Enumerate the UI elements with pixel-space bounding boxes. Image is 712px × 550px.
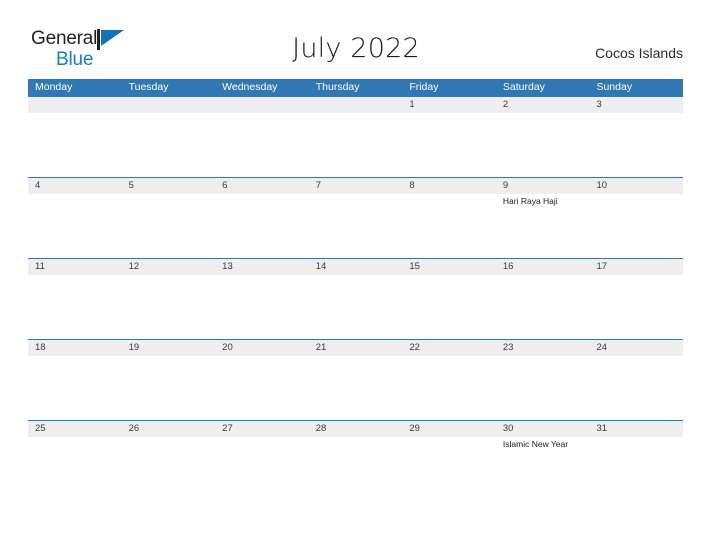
day-content-band [28, 356, 683, 420]
day-cell[interactable] [122, 437, 216, 501]
weekday-header-friday: Friday [409, 81, 439, 93]
day-cell[interactable] [402, 437, 496, 501]
weekday-header-wednesday: Wednesday [222, 81, 278, 93]
day-cell[interactable] [28, 194, 122, 258]
day-cell[interactable]: Islamic New Year [496, 437, 590, 501]
weekday-header-thursday: Thursday [315, 81, 360, 93]
day-number[interactable]: 19 [122, 340, 216, 356]
day-number[interactable]: 30 [496, 421, 590, 437]
day-number[interactable]: 28 [309, 421, 403, 437]
week-row: 25 26 27 28 29 30 31 Islamic New Year [28, 420, 683, 501]
day-number[interactable]: 2 [496, 97, 590, 113]
page-header: General Blue July 2022 Cocos Islands [0, 0, 712, 78]
day-cell[interactable] [496, 113, 590, 177]
day-number[interactable]: 15 [402, 259, 496, 275]
day-number[interactable]: 12 [122, 259, 216, 275]
day-number[interactable]: 22 [402, 340, 496, 356]
week-row: 4 5 6 7 8 9 10 Hari Raya Haji [28, 177, 683, 258]
day-cell[interactable] [28, 113, 122, 177]
day-number[interactable]: 9 [496, 178, 590, 194]
day-cell[interactable] [402, 275, 496, 339]
day-content-band [28, 113, 683, 177]
day-number[interactable] [215, 97, 309, 113]
week-row: 11 12 13 14 15 16 17 [28, 258, 683, 339]
day-cell[interactable] [309, 275, 403, 339]
day-number[interactable]: 31 [589, 421, 683, 437]
day-number[interactable]: 25 [28, 421, 122, 437]
day-cell[interactable] [122, 275, 216, 339]
day-number[interactable] [122, 97, 216, 113]
day-cell[interactable] [28, 275, 122, 339]
day-cell[interactable] [589, 113, 683, 177]
day-number[interactable]: 3 [589, 97, 683, 113]
day-number[interactable]: 7 [309, 178, 403, 194]
day-number[interactable]: 27 [215, 421, 309, 437]
day-number[interactable]: 13 [215, 259, 309, 275]
day-cell[interactable] [28, 437, 122, 501]
day-cell[interactable] [122, 194, 216, 258]
day-content-band [28, 275, 683, 339]
day-cell[interactable] [309, 437, 403, 501]
day-number[interactable]: 16 [496, 259, 590, 275]
weekday-header-saturday: Saturday [502, 81, 545, 93]
day-number[interactable]: 5 [122, 178, 216, 194]
day-cell[interactable] [28, 356, 122, 420]
event-label: Islamic New Year [502, 439, 569, 449]
day-number[interactable]: 4 [28, 178, 122, 194]
day-cell[interactable] [309, 194, 403, 258]
day-number[interactable]: 21 [309, 340, 403, 356]
day-number[interactable]: 26 [122, 421, 216, 437]
day-number[interactable]: 20 [215, 340, 309, 356]
date-number-band: 1 2 3 [28, 97, 683, 113]
day-number[interactable]: 18 [28, 340, 122, 356]
day-cell[interactable] [589, 194, 683, 258]
day-cell[interactable] [402, 194, 496, 258]
day-cell[interactable] [215, 194, 309, 258]
day-content-band: Hari Raya Haji [28, 194, 683, 258]
calendar-grid: Monday Tuesday Wednesday Thursday Friday… [28, 79, 683, 501]
weekday-header-row: Monday Tuesday Wednesday Thursday Friday… [28, 79, 683, 96]
date-number-band: 25 26 27 28 29 30 31 [28, 421, 683, 437]
day-number[interactable]: 17 [589, 259, 683, 275]
weekday-header-monday: Monday [35, 81, 73, 93]
day-cell[interactable] [122, 113, 216, 177]
day-cell[interactable] [215, 113, 309, 177]
day-number[interactable]: 1 [402, 97, 496, 113]
day-cell[interactable] [589, 356, 683, 420]
day-cell[interactable]: Hari Raya Haji [496, 194, 590, 258]
day-number[interactable]: 11 [28, 259, 122, 275]
weekday-header-sunday: Sunday [596, 81, 633, 93]
day-number[interactable] [28, 97, 122, 113]
day-cell[interactable] [402, 113, 496, 177]
day-cell[interactable] [589, 437, 683, 501]
day-cell[interactable] [309, 356, 403, 420]
day-number[interactable]: 29 [402, 421, 496, 437]
date-number-band: 11 12 13 14 15 16 17 [28, 259, 683, 275]
day-content-band: Islamic New Year [28, 437, 683, 501]
day-number[interactable]: 10 [589, 178, 683, 194]
day-cell[interactable] [309, 113, 403, 177]
day-number[interactable] [309, 97, 403, 113]
day-number[interactable]: 24 [589, 340, 683, 356]
region-label: Cocos Islands [595, 45, 683, 61]
date-number-band: 18 19 20 21 22 23 24 [28, 340, 683, 356]
week-row: 1 2 3 [28, 96, 683, 177]
day-cell[interactable] [215, 356, 309, 420]
day-number[interactable]: 8 [402, 178, 496, 194]
week-row: 18 19 20 21 22 23 24 [28, 339, 683, 420]
date-number-band: 4 5 6 7 8 9 10 [28, 178, 683, 194]
day-number[interactable]: 6 [215, 178, 309, 194]
day-cell[interactable] [496, 356, 590, 420]
day-cell[interactable] [122, 356, 216, 420]
weekday-header-tuesday: Tuesday [128, 81, 169, 93]
day-cell[interactable] [589, 275, 683, 339]
event-label: Hari Raya Haji [502, 196, 558, 206]
day-number[interactable]: 14 [309, 259, 403, 275]
day-cell[interactable] [402, 356, 496, 420]
day-number[interactable]: 23 [496, 340, 590, 356]
day-cell[interactable] [496, 275, 590, 339]
day-cell[interactable] [215, 275, 309, 339]
day-cell[interactable] [215, 437, 309, 501]
